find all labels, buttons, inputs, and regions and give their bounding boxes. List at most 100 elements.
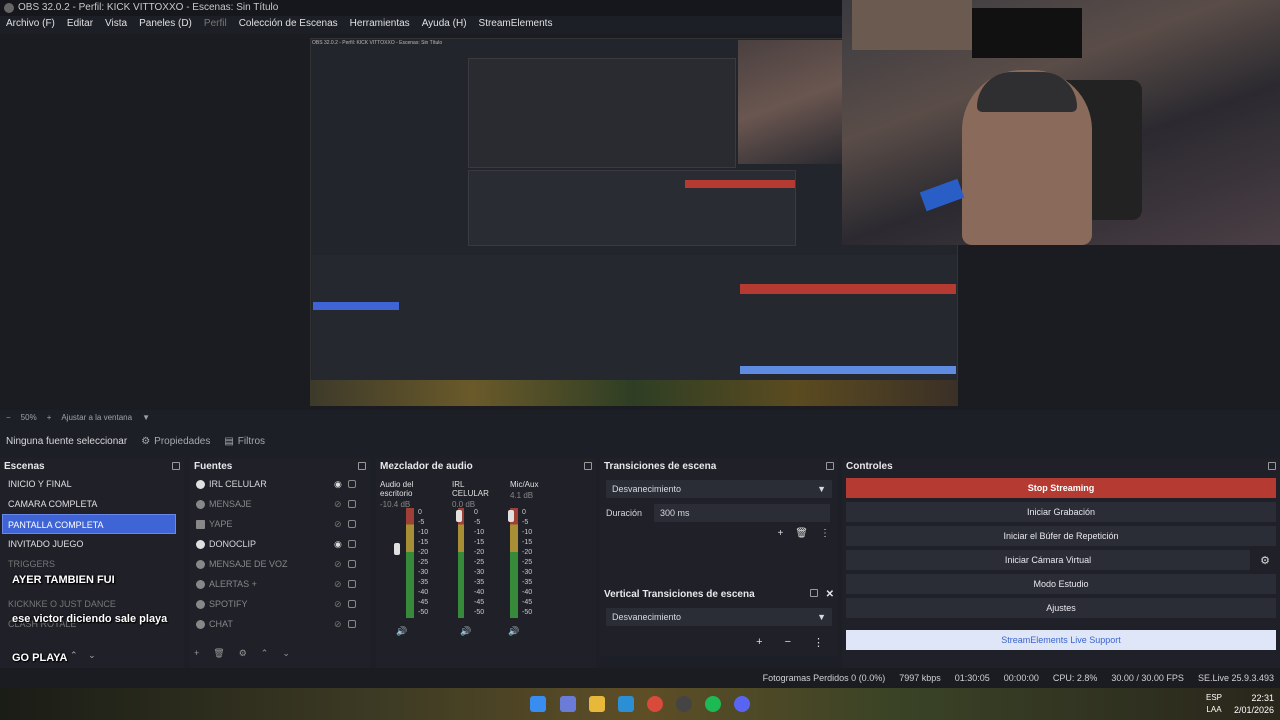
folder-icon[interactable] xyxy=(589,696,605,712)
scene-item[interactable]: INICIO Y FINAL xyxy=(0,474,184,494)
zoom-minus-icon[interactable]: − xyxy=(6,410,11,426)
replay-buffer-button[interactable]: Iniciar el Búfer de Repetición xyxy=(846,526,1276,546)
source-item[interactable]: ALERTAS + ⊘ xyxy=(190,574,370,594)
vertical-transition-select[interactable]: Desvanecimiento ▼ xyxy=(606,608,832,626)
menu-archivo[interactable]: Archivo (F) xyxy=(0,16,61,32)
start-recording-button[interactable]: Iniciar Grabación xyxy=(846,502,1276,522)
clock[interactable]: 22:31 2/01/2026 xyxy=(1234,692,1274,716)
minus-icon[interactable]: − xyxy=(785,636,791,649)
windows-start-icon[interactable] xyxy=(530,696,546,712)
lock-icon[interactable] xyxy=(348,560,356,568)
settings-button[interactable]: Ajustes xyxy=(846,598,1276,618)
speaker-icon[interactable]: 🔊 xyxy=(396,626,407,637)
chrome-icon[interactable] xyxy=(647,696,663,712)
zoom-plus-icon[interactable]: + xyxy=(47,410,52,426)
speaker-icon[interactable]: 🔊 xyxy=(508,626,519,637)
transition-select[interactable]: Desvanecimiento ▼ xyxy=(606,480,832,498)
float-icon[interactable] xyxy=(172,462,180,470)
scene-item-selected[interactable]: PANTALLA COMPLETA xyxy=(2,514,176,534)
zoom-fit[interactable]: Ajustar a la ventana xyxy=(61,410,132,426)
eye-icon[interactable]: ◉ xyxy=(334,479,344,490)
copilot-icon[interactable] xyxy=(560,696,576,712)
more-icon[interactable]: ⋮ xyxy=(813,636,824,649)
menu-vista[interactable]: Vista xyxy=(99,16,133,32)
eye-off-icon[interactable]: ⊘ xyxy=(334,619,344,630)
gear-icon: ⚙ xyxy=(141,435,151,447)
eye-off-icon[interactable]: ⊘ xyxy=(334,579,344,590)
vertical-transition-toolbar: + − ⋮ xyxy=(756,636,824,649)
float-icon[interactable] xyxy=(1268,462,1276,470)
add-icon[interactable]: + xyxy=(777,528,783,539)
close-icon[interactable]: ✕ xyxy=(826,589,834,600)
lock-icon[interactable] xyxy=(348,520,356,528)
eye-off-icon[interactable]: ⊘ xyxy=(334,559,344,570)
menu-herramientas[interactable]: Herramientas xyxy=(344,16,416,32)
obs-icon[interactable] xyxy=(676,696,692,712)
scene-item[interactable]: KICKNKE O JUST DANCE xyxy=(0,594,184,614)
lock-icon[interactable] xyxy=(348,600,356,608)
float-icon[interactable] xyxy=(826,462,834,470)
more-icon[interactable]: ⋮ xyxy=(820,528,830,539)
scene-item[interactable]: CAMARA COMPLETA xyxy=(0,494,184,514)
source-item[interactable]: IRL CELULAR ◉ xyxy=(190,474,370,494)
trash-icon[interactable]: 🗑 xyxy=(213,648,224,659)
volume-slider[interactable] xyxy=(508,510,514,522)
up-icon[interactable]: ⌃ xyxy=(261,648,269,659)
trash-icon[interactable]: 🗑 xyxy=(795,528,808,539)
source-item[interactable]: DONOCLIP ◉ xyxy=(190,534,370,554)
menu-streamelements[interactable]: StreamElements xyxy=(473,16,559,32)
add-icon[interactable]: + xyxy=(756,636,762,649)
down-icon[interactable]: ⌄ xyxy=(282,648,290,659)
lock-icon[interactable] xyxy=(348,540,356,548)
gear-icon[interactable]: ⚙ xyxy=(239,648,247,659)
webcam-feed xyxy=(842,0,1280,245)
discord-icon[interactable] xyxy=(734,696,750,712)
lock-icon[interactable] xyxy=(348,580,356,588)
virtual-camera-row: Iniciar Cámara Virtual ⚙ xyxy=(842,550,1280,570)
menu-ayuda[interactable]: Ayuda (H) xyxy=(416,16,473,32)
menu-paneles[interactable]: Paneles (D) xyxy=(133,16,198,32)
lock-icon[interactable] xyxy=(348,480,356,488)
properties-button[interactable]: ⚙ Propiedades xyxy=(141,436,210,447)
lock-icon[interactable] xyxy=(348,500,356,508)
source-item[interactable]: MENSAJE DE VOZ ⊘ xyxy=(190,554,370,574)
duration-input[interactable]: 300 ms xyxy=(654,504,831,522)
eye-off-icon[interactable]: ⊘ xyxy=(334,599,344,610)
scene-item[interactable]: TRIGGERS xyxy=(0,554,184,574)
edge-icon[interactable] xyxy=(618,696,634,712)
source-item[interactable]: SPOTIFY ⊘ xyxy=(190,594,370,614)
volume-meter xyxy=(510,508,518,618)
support-button[interactable]: StreamElements Live Support xyxy=(846,630,1276,650)
source-item[interactable]: CHAT ⊘ xyxy=(190,614,370,634)
stop-streaming-button[interactable]: Stop Streaming xyxy=(846,478,1276,498)
source-item[interactable]: YAPE ⊘ xyxy=(190,514,370,534)
volume-slider[interactable] xyxy=(456,510,462,522)
eye-off-icon[interactable]: ⊘ xyxy=(334,519,344,530)
eye-icon[interactable]: ◉ xyxy=(334,539,344,550)
float-icon[interactable] xyxy=(584,462,592,470)
add-icon[interactable]: + xyxy=(194,648,199,659)
speaker-icon[interactable]: 🔊 xyxy=(460,626,471,637)
language-indicator[interactable]: ESP LAA xyxy=(1206,692,1222,716)
zoom-value: 50% xyxy=(20,413,37,422)
menu-coleccion[interactable]: Colección de Escenas xyxy=(233,16,344,32)
float-icon[interactable] xyxy=(809,588,818,597)
filters-button[interactable]: ▤ Filtros xyxy=(224,436,265,447)
float-icon[interactable] xyxy=(358,462,366,470)
vertical-transitions-dock: Vertical Transiciones de escena ✕ Desvane… xyxy=(600,586,838,656)
menu-editar[interactable]: Editar xyxy=(61,16,99,32)
spotify-icon[interactable] xyxy=(705,696,721,712)
scene-down-icon[interactable]: ⌄ xyxy=(88,650,96,660)
eye-off-icon[interactable]: ⊘ xyxy=(334,499,344,510)
lock-icon[interactable] xyxy=(348,620,356,628)
channel-name: Audio del escritorio xyxy=(380,480,414,498)
studio-mode-button[interactable]: Modo Estudio xyxy=(846,574,1276,594)
volume-slider[interactable] xyxy=(394,543,400,555)
zoom-dropdown-icon[interactable]: ▼ xyxy=(142,410,150,426)
virtual-camera-button[interactable]: Iniciar Cámara Virtual xyxy=(846,550,1250,570)
scene-item[interactable]: INVITADO JUEGO xyxy=(0,534,184,554)
source-item[interactable]: MENSAJE ⊘ xyxy=(190,494,370,514)
gear-icon[interactable]: ⚙ xyxy=(1260,554,1270,567)
menu-perfil[interactable]: Perfil xyxy=(198,16,233,32)
scene-up-icon[interactable]: ⌃ xyxy=(70,650,78,660)
